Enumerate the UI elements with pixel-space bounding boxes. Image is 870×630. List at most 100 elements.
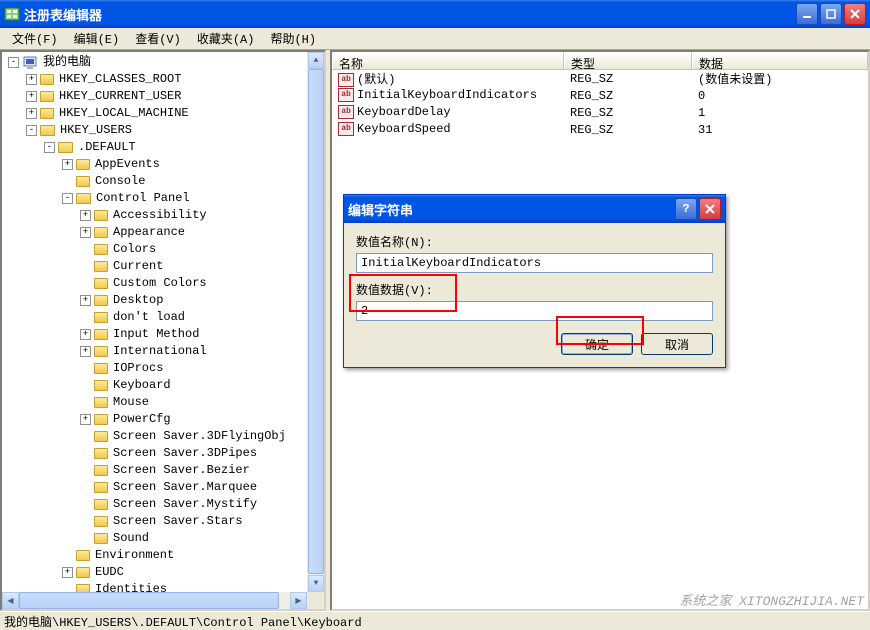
maximize-button[interactable] [820,3,842,25]
expander-none [80,244,91,255]
menu-file[interactable]: 文件(F) [4,28,66,49]
tree-label: don't load [111,309,187,326]
expand-icon[interactable]: + [80,414,91,425]
tree-node[interactable]: +HKEY_CLASSES_ROOT [4,71,322,88]
tree-node[interactable]: + AppEvents [4,156,322,173]
tree-node[interactable]: +International [4,343,322,360]
scroll-down-icon[interactable]: ▼ [308,575,324,592]
menu-favorites[interactable]: 收藏夹(A) [189,28,263,49]
scroll-right-icon[interactable]: ▶ [290,592,307,609]
cancel-button[interactable]: 取消 [641,333,713,355]
string-value-icon: ab [338,88,354,102]
col-header-type[interactable]: 类型 [564,52,692,69]
tree-label: Screen Saver.3DFlyingObj [111,428,288,445]
folder-closed-icon [94,482,108,493]
tree-label: Keyboard [111,377,173,394]
tree-node[interactable]: Screen Saver.3DPipes [4,445,322,462]
expand-icon[interactable]: + [62,159,73,170]
menu-view[interactable]: 查看(V) [127,28,189,49]
tree-node[interactable]: -Control Panel [4,190,322,207]
tree-node[interactable]: -我的电脑 [4,54,322,71]
tree-label: Custom Colors [111,275,209,292]
dialog-close-button[interactable] [699,198,721,220]
tree-node[interactable]: Environment [4,547,322,564]
menu-help[interactable]: 帮助(H) [262,28,324,49]
tree-node[interactable]: Keyboard [4,377,322,394]
col-header-name[interactable]: 名称 [332,52,564,69]
expand-icon[interactable]: + [80,295,91,306]
expand-icon[interactable]: + [26,74,37,85]
tree-node[interactable]: don't load [4,309,322,326]
list-row[interactable]: abKeyboardDelayREG_SZ1 [332,104,868,121]
tree-label: Appearance [111,224,187,241]
expand-icon[interactable]: + [80,346,91,357]
tree-node[interactable]: +Input Method [4,326,322,343]
window-titlebar: 注册表编辑器 [0,0,870,28]
list-row[interactable]: abInitialKeyboardIndicatorsREG_SZ0 [332,87,868,104]
tree-hscroll-thumb[interactable] [19,592,279,609]
tree-vscrollbar[interactable]: ▲ ▼ [307,52,324,592]
expand-icon[interactable]: + [80,329,91,340]
tree-node[interactable]: +Accessibility [4,207,322,224]
tree-node[interactable]: Screen Saver.Mystify [4,496,322,513]
tree-node[interactable]: Screen Saver.Stars [4,513,322,530]
scroll-left-icon[interactable]: ◀ [2,592,19,609]
tree-node[interactable]: Mouse [4,394,322,411]
folder-closed-icon [94,397,108,408]
expand-icon[interactable]: + [80,227,91,238]
folder-closed-icon [94,278,108,289]
tree-label: Screen Saver.Mystify [111,496,259,513]
expand-icon[interactable]: + [62,567,73,578]
cell-name: abInitialKeyboardIndicators [332,88,564,102]
tree-node[interactable]: +HKEY_LOCAL_MACHINE [4,105,322,122]
ok-button[interactable]: 确定 [561,333,633,355]
tree-node[interactable]: Screen Saver.Marquee [4,479,322,496]
tree-node[interactable]: Colors [4,241,322,258]
tree-node[interactable]: Custom Colors [4,275,322,292]
list-row[interactable]: abKeyboardSpeedREG_SZ31 [332,121,868,138]
expander-none [80,363,91,374]
list-row[interactable]: ab(默认)REG_SZ(数值未设置) [332,70,868,87]
tree-node[interactable]: Current [4,258,322,275]
collapse-icon[interactable]: - [44,142,55,153]
tree-node[interactable]: - HKEY_USERS [4,122,322,139]
folder-closed-icon [94,380,108,391]
dialog-help-button[interactable]: ? [675,198,697,220]
folder-closed-icon [94,329,108,340]
tree-label: Colors [111,241,158,258]
cell-type: REG_SZ [564,89,692,103]
tree-node[interactable]: IOProcs [4,360,322,377]
expander-none [62,550,73,561]
tree-label: Current [111,258,165,275]
tree-node[interactable]: Sound [4,530,322,547]
tree-node[interactable]: Screen Saver.3DFlyingObj [4,428,322,445]
tree-node[interactable]: +EUDC [4,564,322,581]
tree-node[interactable]: +Desktop [4,292,322,309]
collapse-icon[interactable]: - [62,193,73,204]
collapse-icon[interactable]: - [26,125,37,136]
collapse-icon[interactable]: - [8,57,19,68]
close-button[interactable] [844,3,866,25]
tree-label: HKEY_USERS [58,122,134,139]
tree-vscroll-thumb[interactable] [308,69,324,574]
scroll-up-icon[interactable]: ▲ [308,52,324,69]
folder-open-icon [76,193,91,204]
tree-node[interactable]: -.DEFAULT [4,139,322,156]
col-header-data[interactable]: 数据 [692,52,868,69]
tree-node[interactable]: + Appearance [4,224,322,241]
minimize-button[interactable] [796,3,818,25]
expand-icon[interactable]: + [26,108,37,119]
tree-node[interactable]: +PowerCfg [4,411,322,428]
expand-icon[interactable]: + [80,210,91,221]
tree-node[interactable]: Console [4,173,322,190]
menu-edit[interactable]: 编辑(E) [66,28,128,49]
tree-node[interactable]: +HKEY_CURRENT_USER [4,88,322,105]
value-name-input[interactable] [356,253,713,273]
tree-node[interactable]: Screen Saver.Bezier [4,462,322,479]
tree-hscrollbar[interactable]: ◀ ▶ [2,592,307,609]
expand-icon[interactable]: + [26,91,37,102]
expander-none [80,431,91,442]
tree-label: AppEvents [93,156,162,173]
value-data-input[interactable] [356,301,713,321]
cell-data: 31 [692,123,868,137]
